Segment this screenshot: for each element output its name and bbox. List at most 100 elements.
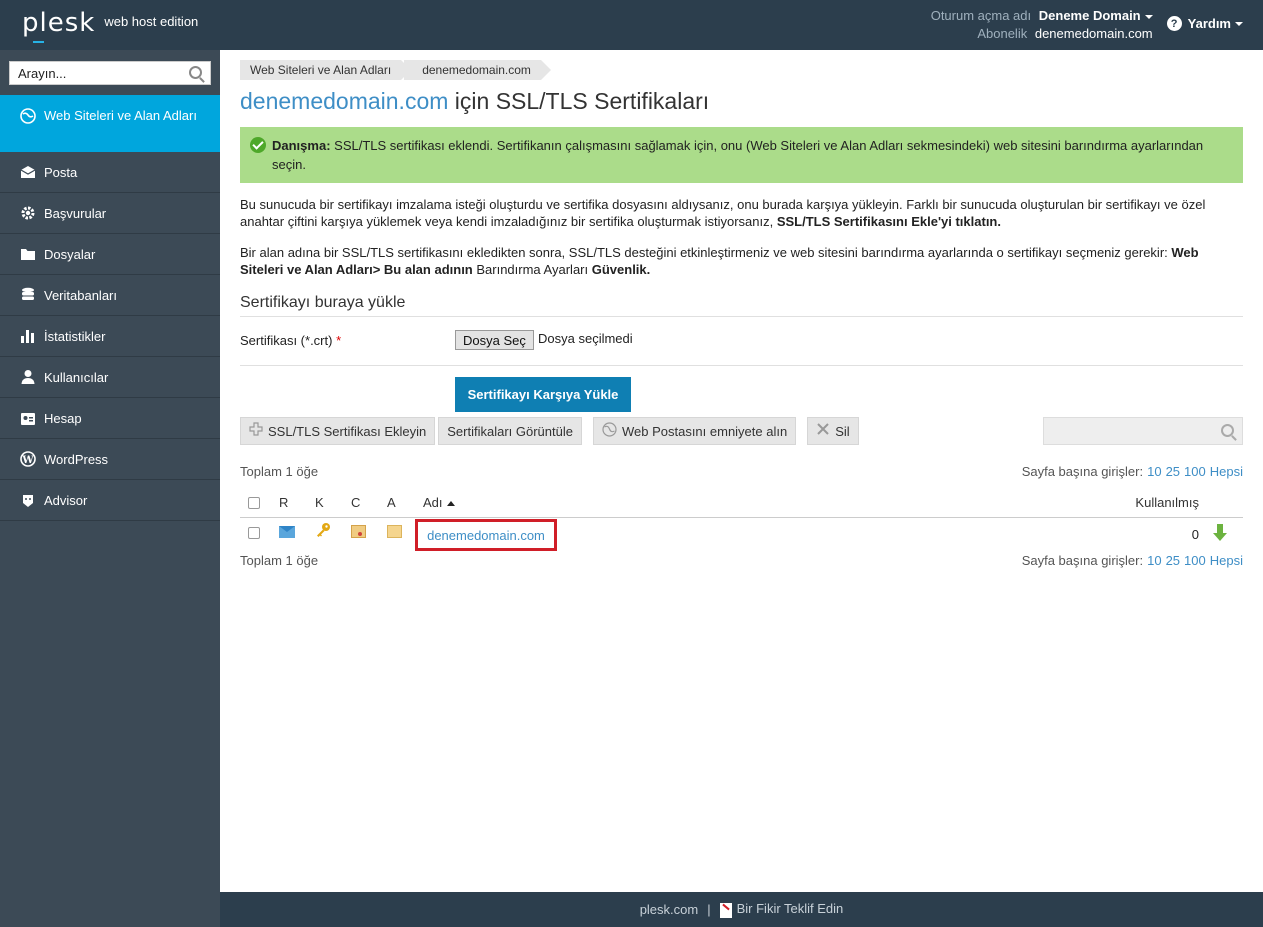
login-value: Deneme Domain (1038, 8, 1141, 23)
plesk-logo[interactable]: plesk web host edition (22, 8, 199, 43)
per-page-10[interactable]: 10 (1147, 553, 1161, 568)
sidebar-item-label: Dosyalar (44, 246, 96, 262)
per-page-top: Sayfa başına girişler: 10 25 100 Hepsi (1022, 464, 1243, 479)
add-certificate-button[interactable]: SSL/TLS Sertifikası Ekleyin (240, 417, 436, 445)
login-label: Oturum açma adı (930, 8, 1032, 23)
success-alert: Danışma: SSL/TLS sertifikası eklendi. Se… (240, 127, 1243, 183)
per-page-100[interactable]: 100 (1184, 464, 1206, 479)
sidebar-item-advisor[interactable]: Advisor (0, 480, 220, 521)
view-certificates-label: Sertifikaları Görüntüle (447, 423, 573, 439)
plus-icon (249, 422, 263, 440)
per-page-25[interactable]: 25 (1166, 464, 1180, 479)
sidebar-item-label: Web Siteleri ve Alan Adları (44, 108, 197, 123)
row-checkbox[interactable] (248, 527, 260, 539)
upload-section-title: Sertifikayı buraya yükle (240, 294, 1243, 317)
list-search-input[interactable] (1043, 417, 1243, 445)
sidebar-item-label: Advisor (44, 492, 88, 508)
ca-certificate-icon (387, 525, 402, 538)
breadcrumb-websites[interactable]: Web Siteleri ve Alan Adları (240, 60, 412, 80)
secure-webmail-label: Web Postasını emniyete alın (621, 423, 788, 439)
subscription-label: Abonelik (977, 26, 1028, 41)
login-user-menu[interactable]: Deneme Domain (1039, 8, 1153, 23)
sidebar-item-wordpress[interactable]: W WordPress (0, 439, 220, 480)
column-c[interactable]: C (351, 495, 360, 510)
view-certificates-button[interactable]: Sertifikaları Görüntüle (438, 417, 582, 445)
sidebar-item-websites[interactable]: Web Siteleri ve Alan Adları (0, 95, 220, 152)
svg-text:W: W (21, 455, 34, 466)
search-icon[interactable] (1221, 424, 1234, 437)
page-title-domain: denemedomain.com (240, 88, 449, 114)
account-info: Oturum açma adı Deneme Domain Abonelik d… (931, 7, 1153, 43)
account-icon (19, 410, 36, 426)
search-icon[interactable] (189, 66, 202, 79)
bar-chart-icon (19, 328, 36, 344)
sidebar-item-account[interactable]: Hesap (0, 398, 220, 439)
p1-text: Bu sunucuda bir sertifikayı imzalama ist… (240, 197, 1206, 229)
sidebar-item-databases[interactable]: Veritabanları (0, 275, 220, 316)
alert-text: SSL/TLS sertifikası eklendi. Sertifikanı… (272, 138, 1204, 172)
column-k[interactable]: K (315, 495, 324, 510)
sidebar-item-applications[interactable]: Başvurular (0, 193, 220, 234)
table-header: R K C A Adı Kullanılmış (240, 490, 1243, 518)
per-page-all[interactable]: Hepsi (1210, 464, 1243, 479)
gear-icon (19, 205, 36, 221)
per-page-25[interactable]: 25 (1166, 553, 1180, 568)
help-icon: ? (1166, 16, 1182, 31)
p2-bold2: Güvenlik. (591, 262, 651, 277)
per-page-all[interactable]: Hepsi (1210, 553, 1243, 568)
column-r[interactable]: R (279, 495, 288, 510)
list-toolbar: SSL/TLS Sertifikası Ekleyin Sertifikalar… (240, 417, 870, 445)
p2-text: Bir alan adına bir SSL/TLS sertifikasını… (240, 245, 1172, 260)
globe-icon (19, 108, 36, 124)
column-a[interactable]: A (387, 495, 396, 510)
cert-file-row: Sertifikası (*.crt) * Dosya Seç Dosya se… (240, 321, 1243, 366)
delete-label: Sil (835, 423, 850, 439)
info-paragraph-upload: Bu sunucuda bir sertifikayı imzalama ist… (240, 196, 1243, 230)
feedback-link[interactable]: Bir Fikir Teklif Edin (719, 901, 843, 918)
sidebar-item-mail[interactable]: Posta (0, 152, 220, 193)
column-used[interactable]: Kullanılmış (1135, 495, 1199, 510)
per-page-100[interactable]: 100 (1184, 553, 1206, 568)
sidebar-item-files[interactable]: Dosyalar (0, 234, 220, 275)
sidebar-item-label: Başvurular (44, 205, 107, 221)
select-all-checkbox[interactable] (248, 497, 260, 509)
check-circle-icon (250, 137, 266, 153)
used-count: 0 (1191, 527, 1199, 542)
sidebar-item-label: WordPress (44, 451, 109, 467)
per-page-label: Sayfa başına girişler: (1021, 464, 1144, 479)
per-page-10[interactable]: 10 (1147, 464, 1161, 479)
secure-webmail-button[interactable]: Web Postasını emniyete alın (592, 417, 797, 445)
delete-button[interactable]: Sil (807, 417, 859, 445)
upload-certificate-button[interactable]: Sertifikayı Karşıya Yükle (455, 377, 631, 412)
globe-icon (602, 421, 617, 441)
advisor-icon (19, 492, 36, 508)
close-icon (816, 422, 830, 440)
feedback-icon (719, 902, 732, 918)
sidebar-item-label: Veritabanları (44, 287, 117, 303)
footer-site-link[interactable]: plesk.com (640, 902, 699, 917)
help-menu[interactable]: ? Yardım (1166, 16, 1243, 31)
download-icon[interactable] (1213, 524, 1227, 542)
column-name[interactable]: Adı (423, 495, 455, 510)
sidebar-item-label: Kullanıcılar (44, 369, 109, 385)
info-paragraph-settings: Bir alan adına bir SSL/TLS sertifikasını… (240, 244, 1243, 278)
wordpress-icon: W (19, 451, 36, 467)
page-title-rest: için SSL/TLS Sertifikaları (448, 88, 710, 114)
sidebar-item-label: İstatistikler (44, 328, 106, 344)
sidebar-item-statistics[interactable]: İstatistikler (0, 316, 220, 357)
logo-wordmark: plesk (22, 8, 96, 38)
top-header: plesk web host edition Oturum açma adı D… (0, 0, 1263, 50)
footer-separator: | (707, 902, 711, 917)
subscription-value[interactable]: denemedomain.com (1035, 26, 1153, 41)
search-input[interactable] (18, 65, 178, 81)
breadcrumb-domain[interactable]: denemedomain.com (404, 60, 551, 80)
logo-edition: web host edition (104, 14, 199, 29)
certificate-name-link[interactable]: denemedomain.com (415, 519, 557, 551)
header-right: Oturum açma adı Deneme Domain Abonelik d… (931, 7, 1243, 43)
choose-file-button[interactable]: Dosya Seç (455, 330, 534, 350)
certificate-icon (351, 525, 366, 538)
alert-label: Danışma: (272, 138, 331, 153)
chevron-down-icon (1144, 14, 1153, 19)
sidebar-item-users[interactable]: Kullanıcılar (0, 357, 220, 398)
sidebar-item-label: Posta (44, 164, 78, 180)
